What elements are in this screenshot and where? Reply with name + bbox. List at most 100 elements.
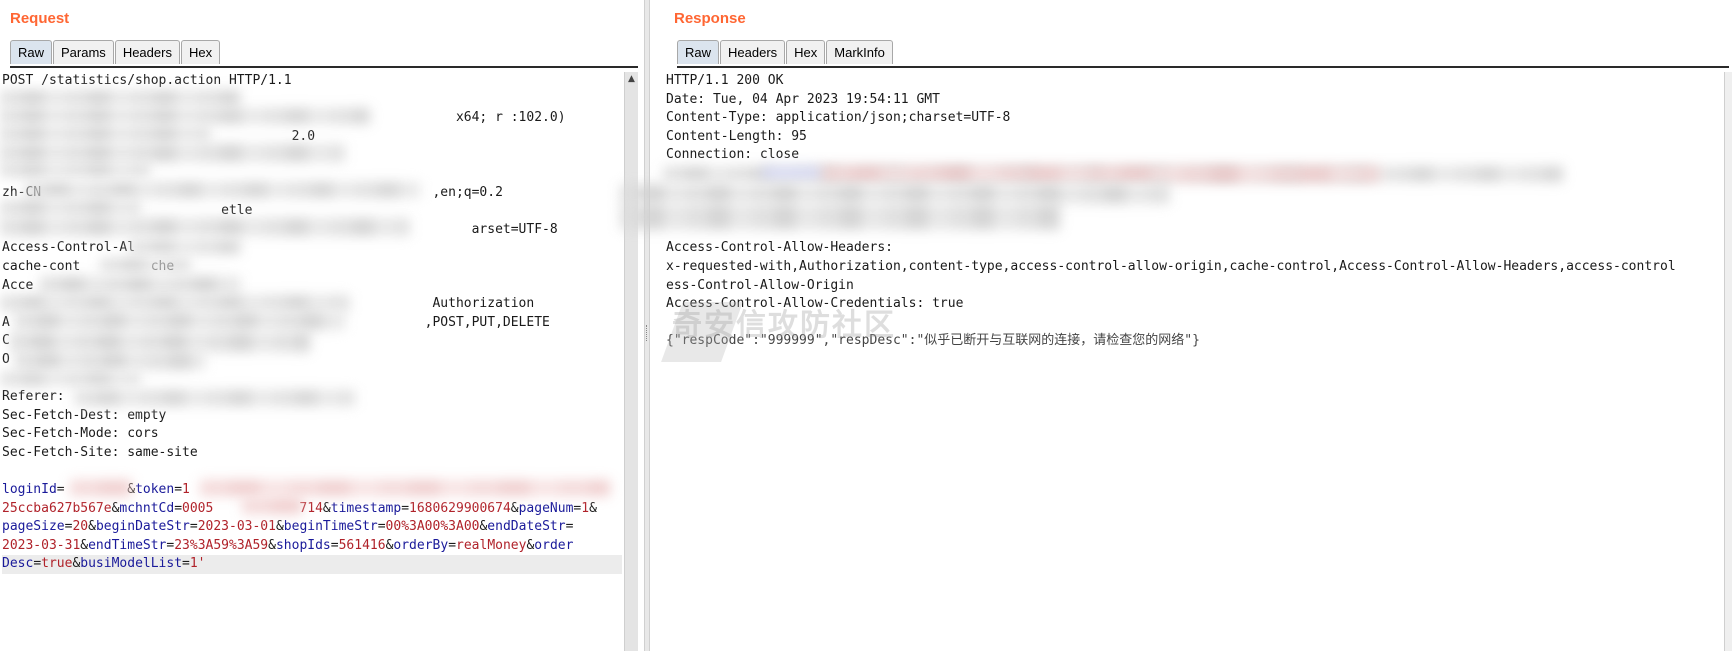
request-line xyxy=(2,91,622,110)
param-value: 23%3A59%3A59 xyxy=(174,537,269,553)
param-separator: & xyxy=(589,500,597,516)
response-scrollbar[interactable] xyxy=(1724,72,1732,651)
request-tab-raw[interactable]: Raw xyxy=(10,40,53,64)
request-body-line: loginId= &token=1 xyxy=(2,481,622,500)
response-tab-headers[interactable]: Headers xyxy=(720,40,786,64)
request-line: Sec-Fetch-Site: same-site xyxy=(2,444,198,460)
param-key: pageSize xyxy=(2,519,65,535)
param-value: realMoney xyxy=(456,537,527,553)
response-tab-markinfo[interactable]: MarkInfo xyxy=(826,40,893,64)
param-separator: & xyxy=(322,500,331,516)
param-separator: & xyxy=(80,537,89,553)
response-line xyxy=(666,202,1726,221)
param-key: token xyxy=(135,482,175,498)
param-separator: = xyxy=(56,482,65,498)
response-tab-hex[interactable]: Hex xyxy=(786,40,826,64)
request-line: zh-CN ,en;q=0.2 xyxy=(2,184,503,200)
response-line: Date: Tue, 04 Apr 2023 19:54:11 GMT xyxy=(666,91,940,107)
param-value: 561416 xyxy=(338,537,386,553)
param-key: busiModelList xyxy=(80,556,183,572)
splitter-grip-icon xyxy=(646,325,649,341)
param-separator: = xyxy=(33,556,42,572)
scroll-up-arrow-icon[interactable]: ▲ xyxy=(625,72,638,86)
request-line: arset=UTF-8 xyxy=(2,221,558,237)
response-line: x-requested-with,Authorization,content-t… xyxy=(666,258,1676,274)
request-body-line: Desc=true&busiModelList=1' xyxy=(2,555,622,575)
response-line xyxy=(666,221,1726,240)
param-value: 0005 714 xyxy=(182,500,323,516)
request-line: Sec-Fetch-Mode: cors xyxy=(2,426,159,442)
response-line: Content-Type: application/json;charset=U… xyxy=(666,110,1011,126)
param-separator: = xyxy=(330,537,339,553)
request-tab-divider xyxy=(10,66,638,68)
request-line: A ,POST,PUT,DELETE xyxy=(2,314,550,330)
response-tab-raw[interactable]: Raw xyxy=(677,40,720,64)
request-line: O xyxy=(2,351,10,367)
request-line: 2.0 xyxy=(2,128,316,144)
param-separator: = xyxy=(448,537,457,553)
param-key: Desc xyxy=(2,556,34,572)
param-separator: = xyxy=(377,519,386,535)
param-separator: & xyxy=(510,500,519,516)
param-separator: = xyxy=(565,519,574,535)
response-title: Response xyxy=(674,10,746,27)
param-key: timestamp xyxy=(330,500,402,516)
request-scrollbar[interactable]: ▲ xyxy=(624,72,638,651)
response-tab-divider xyxy=(677,66,1729,68)
param-value xyxy=(65,482,128,497)
response-line: Content-Length: 95 xyxy=(666,128,807,144)
param-value: 1' xyxy=(189,556,206,572)
param-key: shopIds xyxy=(275,537,331,553)
request-line: Referer: xyxy=(2,389,65,405)
request-line: Authorization xyxy=(2,296,535,312)
request-raw-editor[interactable]: POST /statistics/shop.action HTTP/1.1 x6… xyxy=(2,72,622,575)
param-separator: & xyxy=(268,537,276,553)
param-separator: & xyxy=(88,519,96,535)
watermark-text: 奇安信攻防社区 xyxy=(672,308,896,343)
request-title: Request xyxy=(10,10,70,27)
response-line: HTTP/1.1 200 OK xyxy=(666,73,784,88)
response-line: Access-Control-Allow-Headers: xyxy=(666,240,893,256)
request-line: POST /statistics/shop.action HTTP/1.1 xyxy=(2,73,292,88)
param-key: endTimeStr xyxy=(88,537,167,553)
request-line: Access-Control-Al xyxy=(2,240,136,256)
response-line xyxy=(666,165,1726,184)
param-value: true xyxy=(41,556,73,572)
param-separator: = xyxy=(401,500,410,516)
request-line: Acce xyxy=(2,277,34,293)
param-separator: = xyxy=(182,556,190,572)
param-key: pageNum xyxy=(518,500,574,516)
request-tab-params[interactable]: Params xyxy=(53,40,114,64)
param-key: order xyxy=(534,537,574,553)
param-value: 1 xyxy=(182,482,190,498)
request-tabs: Raw Params Headers Hex xyxy=(10,40,221,64)
request-line xyxy=(2,165,622,184)
param-key: beginDateStr xyxy=(95,519,190,535)
request-line: Sec-Fetch-Dest: empty xyxy=(2,407,167,423)
param-separator: & xyxy=(275,519,284,535)
param-separator: = xyxy=(174,482,183,498)
request-body-line: 25ccba627b567e&mchntCd=0005 714&timestam… xyxy=(2,500,622,519)
param-value: 25ccba627b567e xyxy=(2,500,112,516)
param-separator: = xyxy=(174,500,183,516)
request-line xyxy=(2,146,622,165)
response-tabs: Raw Headers Hex MarkInfo xyxy=(677,40,894,64)
param-key: orderBy xyxy=(393,537,449,553)
param-key: endDateStr xyxy=(487,519,566,535)
request-line: etle xyxy=(2,203,253,219)
request-tab-hex[interactable]: Hex xyxy=(180,40,221,64)
param-value: 1680629900674 xyxy=(409,500,511,516)
param-value: 00%3A00%3A00 xyxy=(385,519,480,535)
response-line: Connection: close xyxy=(666,147,800,163)
param-key: beginTimeStr xyxy=(283,519,378,535)
request-tab-headers[interactable]: Headers xyxy=(114,40,180,64)
param-key: loginId xyxy=(2,482,57,498)
request-line: cache-cont che xyxy=(2,258,175,274)
param-separator: = xyxy=(189,519,198,535)
param-value: 1 xyxy=(581,500,590,516)
param-value: 2023-03-01 xyxy=(197,519,276,535)
response-line: ess-Control-Allow-Origin xyxy=(666,277,854,293)
param-value: 20 xyxy=(72,519,89,535)
pane-splitter[interactable] xyxy=(644,0,650,651)
request-line xyxy=(2,370,622,389)
